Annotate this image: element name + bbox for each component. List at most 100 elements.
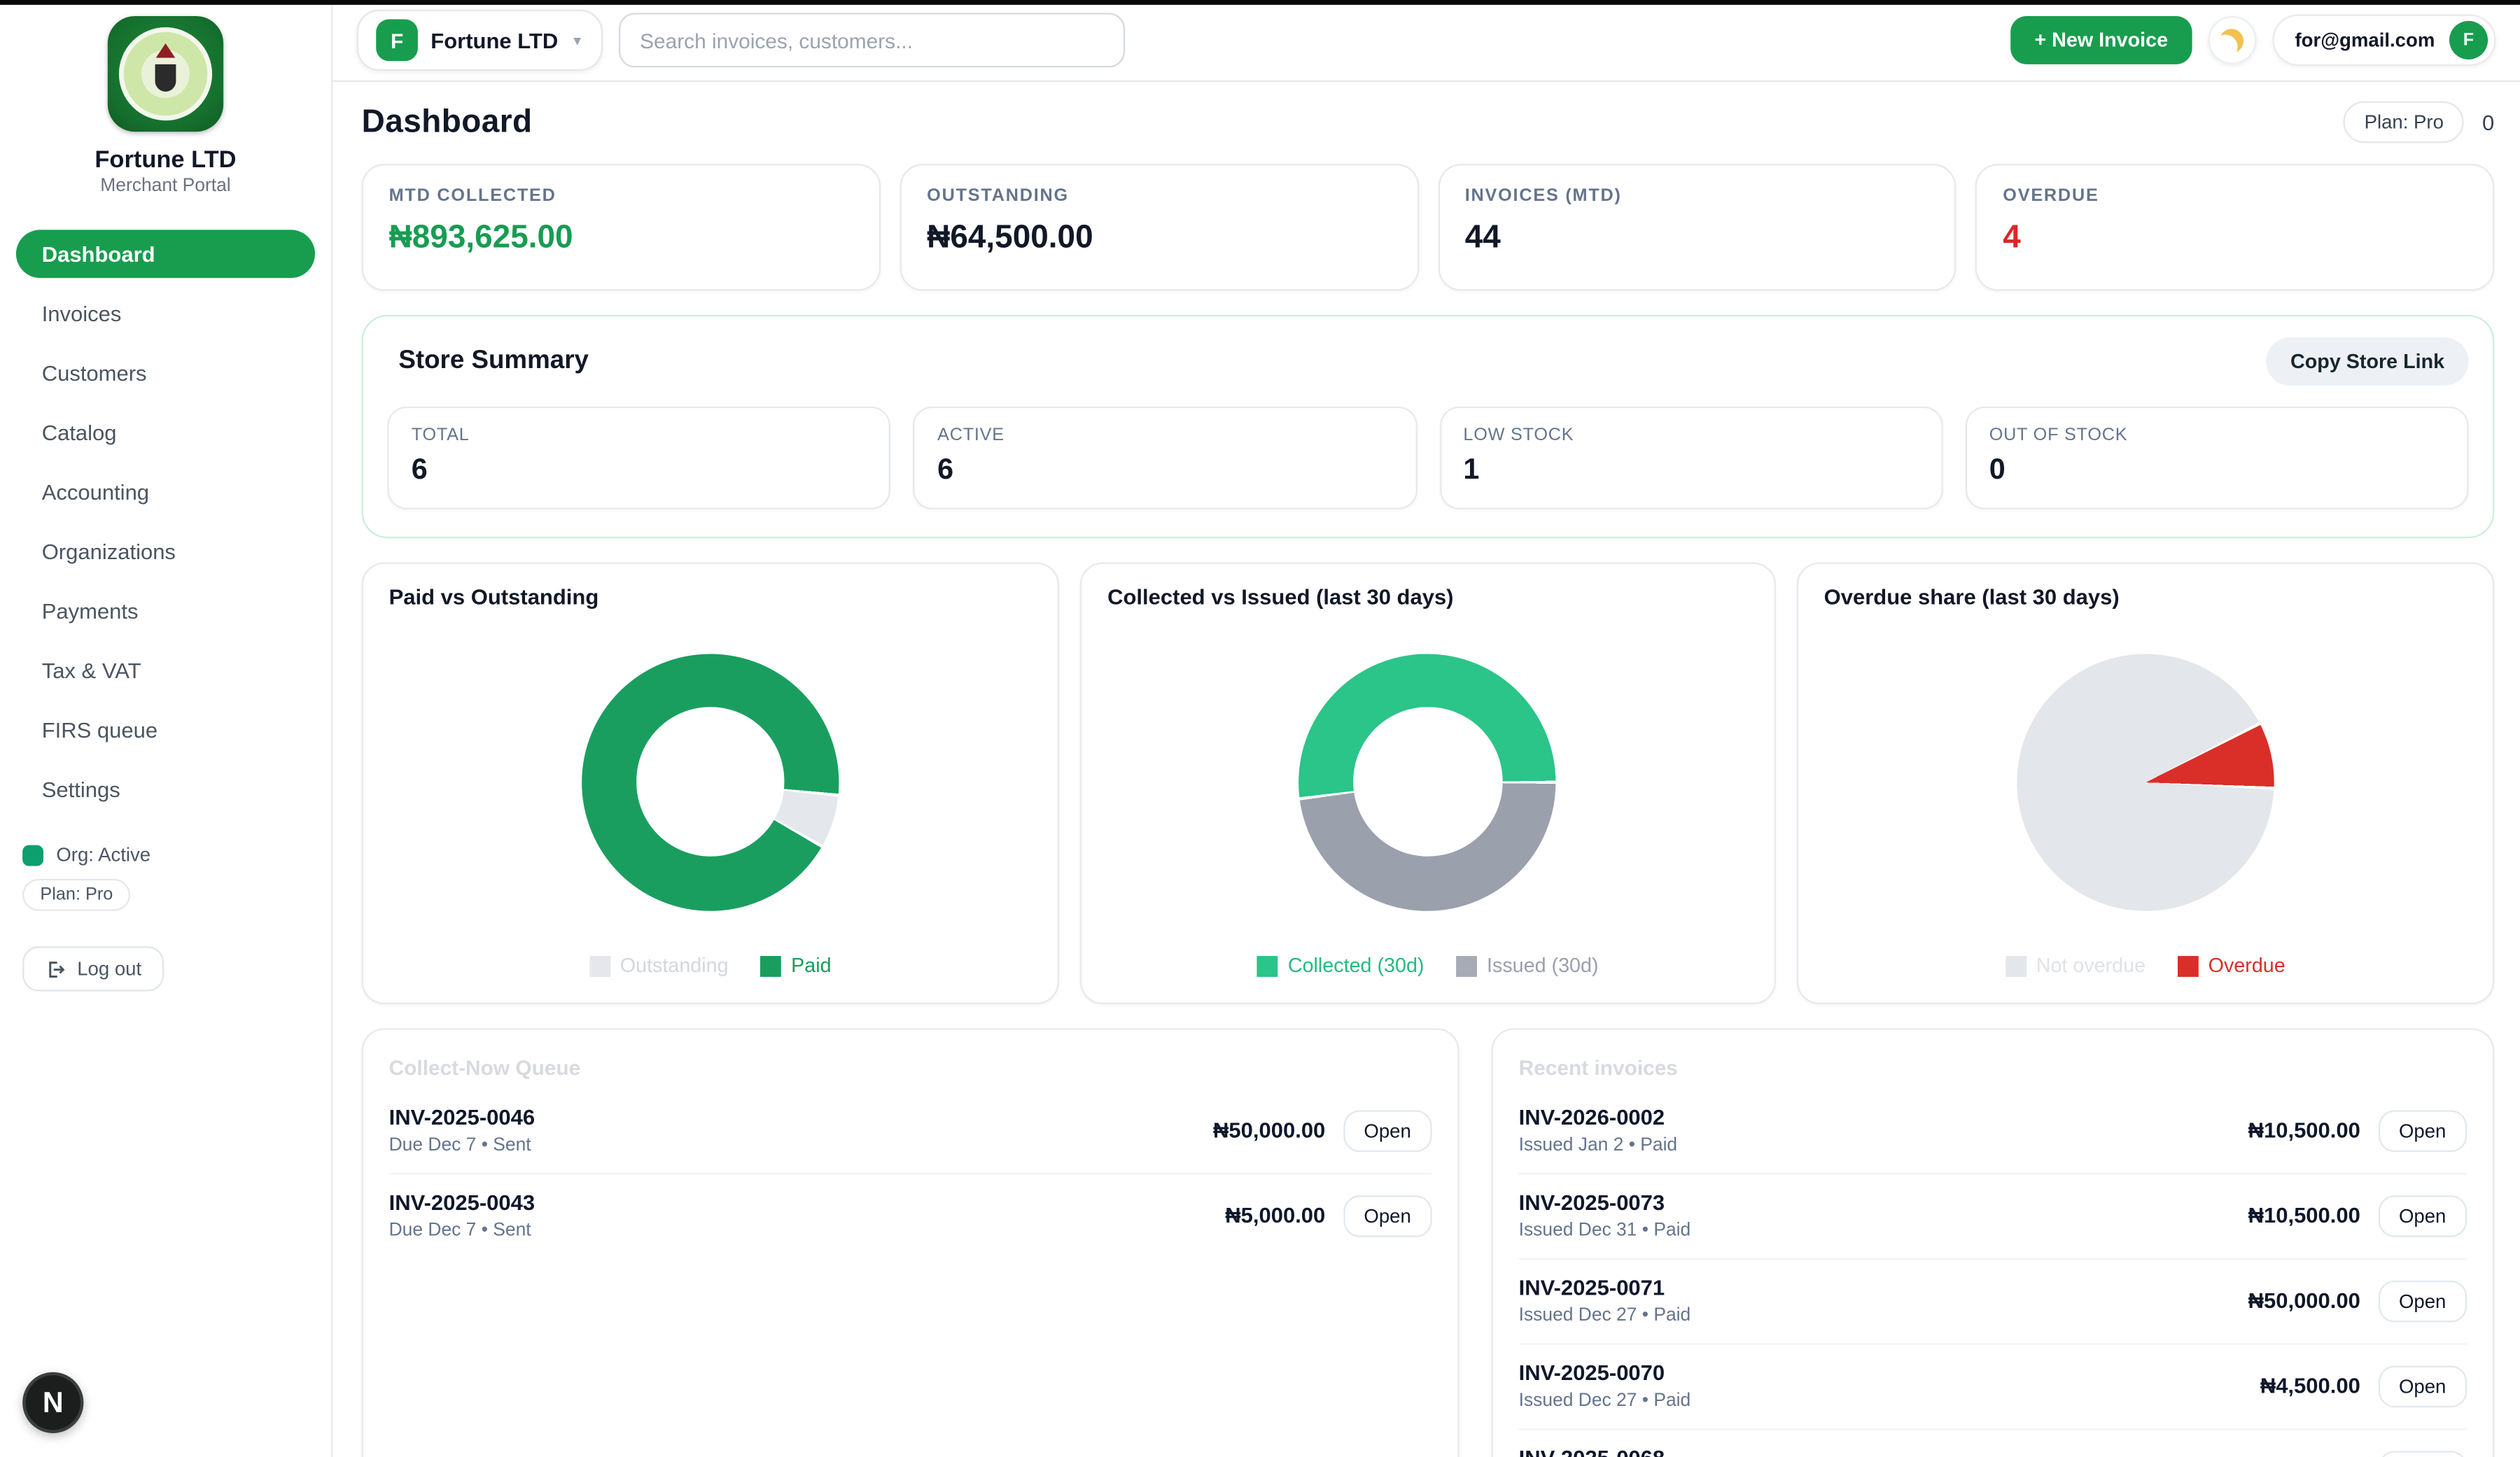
invoice-row: INV-2025-0043 Due Dec 7 • Sent ₦5,000.00…: [389, 1173, 1432, 1258]
invoice-amount: ₦50,000.00: [2248, 1288, 2360, 1312]
lists-row: Collect-Now Queue INV-2025-0046 Due Dec …: [362, 1028, 2495, 1457]
store-stat-value: 6: [937, 453, 1392, 486]
collect-now-queue-title: Collect-Now Queue: [389, 1055, 1432, 1079]
invoice-row: INV-2025-0071 Issued Dec 27 • Paid ₦50,0…: [1519, 1258, 2468, 1344]
sidebar-item-invoices[interactable]: Invoices: [16, 289, 315, 337]
chart-plot: [389, 609, 1032, 955]
open-invoice-button[interactable]: Open: [1343, 1109, 1432, 1151]
legend-item[interactable]: Outstanding: [589, 955, 728, 977]
legend-swatch-icon: [1456, 955, 1477, 976]
kpi-label: MTD COLLECTED: [389, 186, 853, 206]
store-stat-card: TOTAL 6: [387, 407, 890, 509]
chart-plot: [1107, 609, 1749, 955]
store-stat-value: 1: [1463, 453, 1918, 486]
invoice-row: INV-2026-0002 Issued Jan 2 • Paid ₦10,50…: [1519, 1090, 2468, 1173]
chart-card: Paid vs Outstanding Outstanding Paid: [362, 563, 1060, 1004]
open-invoice-button[interactable]: Open: [2378, 1109, 2467, 1151]
store-stat-label: TOTAL: [412, 425, 867, 445]
chevron-down-icon: ▼: [571, 33, 584, 48]
crest-shield-icon: [155, 64, 176, 92]
collect-now-queue-rows: INV-2025-0046 Due Dec 7 • Sent ₦50,000.0…: [389, 1090, 1432, 1258]
kpi-label: OUTSTANDING: [927, 186, 1391, 206]
sidebar-item-accounting[interactable]: Accounting: [16, 467, 315, 516]
chart-legend: Outstanding Paid: [389, 955, 1032, 982]
sidebar-item-organizations[interactable]: Organizations: [16, 527, 315, 575]
chart-plot: [1824, 609, 2468, 955]
store-stat-card: LOW STOCK 1: [1439, 407, 1942, 509]
org-switcher[interactable]: F Fortune LTD ▼: [357, 10, 603, 71]
kpi-card: MTD COLLECTED ₦893,625.00: [362, 164, 881, 290]
kpi-card: OUTSTANDING ₦64,500.00: [899, 164, 1418, 290]
invoice-amount: ₦10,500.00: [2248, 1118, 2360, 1142]
search-input[interactable]: [619, 13, 1125, 67]
kpi-label: OVERDUE: [2003, 186, 2467, 206]
chart-legend: Not overdue Overdue: [1824, 955, 2468, 982]
sidebar-item-dashboard[interactable]: Dashboard: [16, 230, 315, 278]
kpi-value: ₦893,625.00: [389, 220, 853, 258]
store-stat-label: LOW STOCK: [1463, 425, 1918, 445]
legend-item[interactable]: Paid: [761, 955, 832, 977]
invoice-amount: ₦5,000.00: [1225, 1204, 1325, 1227]
recent-invoices-title: Recent invoices: [1519, 1055, 2468, 1079]
nextjs-dev-badge[interactable]: N: [22, 1372, 83, 1433]
invoice-row: INV-2025-0070 Issued Dec 27 • Paid ₦4,50…: [1519, 1343, 2468, 1428]
open-invoice-button[interactable]: Open: [2378, 1195, 2467, 1237]
store-stat-label: ACTIVE: [937, 425, 1392, 445]
pie-chart: [1299, 653, 1556, 910]
crest-ring-icon: [119, 27, 212, 120]
logout-icon: [45, 959, 66, 980]
recent-invoices-rows: INV-2026-0002 Issued Jan 2 • Paid ₦10,50…: [1519, 1090, 2468, 1457]
store-summary-header: Store Summary Copy Store Link: [387, 337, 2468, 386]
legend-swatch-icon: [761, 955, 782, 976]
store-stat-label: OUT OF STOCK: [1989, 425, 2444, 445]
legend-item[interactable]: Overdue: [2178, 955, 2286, 977]
sidebar-item-firs-queue[interactable]: FIRS queue: [16, 705, 315, 754]
new-invoice-button[interactable]: + New Invoice: [2010, 16, 2192, 64]
invoice-id: INV-2025-0070: [1519, 1361, 1691, 1385]
invoice-row: INV-2025-0046 Due Dec 7 • Sent ₦50,000.0…: [389, 1090, 1432, 1173]
page-title: Dashboard: [362, 104, 533, 141]
copy-store-link-button[interactable]: Copy Store Link: [2267, 337, 2469, 386]
legend-item[interactable]: Not overdue: [2005, 955, 2146, 977]
chart-title: Collected vs Issued (last 30 days): [1107, 585, 1749, 609]
invoice-meta: Due Dec 7 • Sent: [389, 1136, 536, 1155]
queue-count-badge: 0: [2482, 110, 2494, 134]
invoice-amount: ₦4,500.00: [2260, 1374, 2360, 1398]
logout-button[interactable]: Log out: [22, 946, 164, 991]
sidebar-item-payments[interactable]: Payments: [16, 586, 315, 635]
account-menu[interactable]: for@gmail.com F: [2272, 15, 2496, 66]
legend-label: Issued (30d): [1487, 955, 1599, 977]
legend-label: Not overdue: [2036, 955, 2146, 977]
open-invoice-button[interactable]: Open: [2378, 1450, 2467, 1457]
chart-card: Overdue share (last 30 days) Not overdue…: [1797, 563, 2495, 1004]
top-header: F Fortune LTD ▼ + New Invoice for@gmail.…: [332, 0, 2520, 82]
org-status-dot-icon: [22, 845, 43, 866]
store-stat-card: OUT OF STOCK 0: [1965, 407, 2468, 509]
invoice-row: INV-2025-0073 Issued Dec 31 • Paid ₦10,5…: [1519, 1173, 2468, 1258]
legend-item[interactable]: Issued (30d): [1456, 955, 1598, 977]
invoice-meta: Due Dec 7 • Sent: [389, 1221, 536, 1241]
kpi-value: 44: [1465, 220, 1929, 258]
open-invoice-button[interactable]: Open: [2378, 1280, 2467, 1322]
invoice-id: INV-2025-0068: [1519, 1446, 1691, 1457]
theme-toggle-button[interactable]: [2208, 16, 2256, 64]
invoice-amount: ₦10,500.00: [2248, 1204, 2360, 1227]
logout-label: Log out: [77, 957, 141, 980]
sidebar-item-catalog[interactable]: Catalog: [16, 408, 315, 456]
store-summary-title: Store Summary: [387, 347, 589, 376]
legend-label: Overdue: [2208, 955, 2286, 977]
sidebar-item-tax-vat[interactable]: Tax & VAT: [16, 646, 315, 694]
open-invoice-button[interactable]: Open: [2378, 1365, 2467, 1407]
moon-icon: [2218, 25, 2247, 55]
title-badges: Plan: Pro 0: [2344, 101, 2495, 143]
sidebar-item-customers[interactable]: Customers: [16, 349, 315, 397]
sidebar-footer: Org: Active Plan: Pro Log out: [0, 843, 331, 991]
account-email: for@gmail.com: [2295, 29, 2435, 51]
legend-label: Collected (30d): [1288, 955, 1424, 977]
invoice-id: INV-2025-0073: [1519, 1190, 1691, 1214]
open-invoice-button[interactable]: Open: [1343, 1195, 1432, 1237]
sidebar-item-settings[interactable]: Settings: [16, 765, 315, 813]
org-status-label: Org: Active: [56, 843, 150, 866]
legend-item[interactable]: Collected (30d): [1257, 955, 1424, 977]
sidebar-plan-badge: Plan: Pro: [22, 879, 130, 911]
